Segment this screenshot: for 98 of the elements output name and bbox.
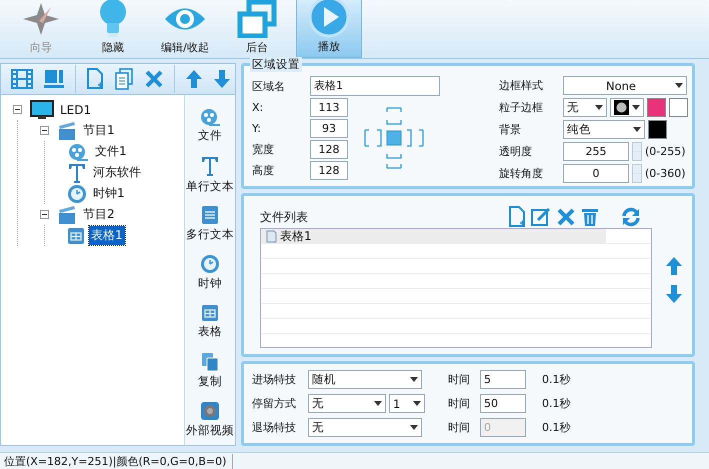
- clapperboard-icon: [57, 204, 77, 224]
- clock-icon: [200, 254, 220, 274]
- tree-item[interactable]: LED1: [58, 102, 94, 118]
- up-arrow-icon[interactable]: [665, 256, 683, 276]
- collapse-toggle[interactable]: [40, 126, 49, 135]
- camera-lens-icon: [200, 400, 220, 420]
- status-text: 位置(X=182,Y=251)|颜色(R=0,G=0,B=0): [4, 454, 234, 468]
- down-arrow-icon[interactable]: [213, 69, 231, 89]
- film-reel-icon: [67, 142, 89, 160]
- field-label: 退场特技: [252, 420, 297, 435]
- clock-icon: [67, 184, 87, 204]
- tree-item[interactable]: 时钟1: [91, 184, 127, 203]
- new-file-icon[interactable]: [508, 206, 526, 228]
- tree-item[interactable]: 表格1: [89, 226, 125, 245]
- play-icon: [308, 0, 350, 38]
- refresh-icon[interactable]: [621, 207, 641, 227]
- edit-icon[interactable]: [531, 207, 551, 227]
- glow-icon: [614, 100, 629, 115]
- up-arrow-icon[interactable]: [185, 69, 203, 89]
- palette-item[interactable]: 单行文本: [186, 152, 234, 196]
- delete-icon[interactable]: [556, 207, 576, 227]
- field-label: 进场特技: [252, 372, 297, 387]
- table-icon: [201, 304, 219, 322]
- ribbon-tab[interactable]: 播放: [296, 0, 362, 58]
- range-text: (0-360): [645, 167, 686, 180]
- field-label: 停留方式: [252, 396, 297, 411]
- palette-item[interactable]: 多行文本: [186, 201, 234, 245]
- color-swatch[interactable]: [647, 98, 666, 117]
- palette-item[interactable]: 表格: [198, 299, 222, 343]
- field-label: 时间: [448, 372, 471, 387]
- letter-icon: [200, 154, 220, 176]
- dropdown[interactable]: 随机: [308, 370, 422, 389]
- dropdown[interactable]: 1: [389, 394, 425, 413]
- dropdown[interactable]: 无: [308, 394, 386, 413]
- layout-icon[interactable]: [43, 69, 65, 89]
- file-list-item[interactable]: 表格1: [261, 229, 606, 244]
- tree-item[interactable]: 文件1: [93, 142, 129, 161]
- document-icon: [201, 204, 219, 224]
- new-file-icon[interactable]: [86, 68, 104, 90]
- field-label: 旋转角度: [499, 166, 544, 181]
- spin-field[interactable]: 0: [563, 164, 629, 183]
- color-swatch[interactable]: [669, 98, 688, 117]
- monitor-icon: [30, 100, 54, 120]
- unit-text: 0.1秒: [542, 372, 572, 387]
- field-label: 高度: [252, 163, 275, 178]
- palette-item[interactable]: 时钟: [198, 250, 222, 294]
- tree-item[interactable]: 节目1: [81, 121, 117, 140]
- ribbon-tab[interactable]: 后台: [224, 0, 290, 58]
- field-label: 宽度: [252, 142, 275, 157]
- table-icon: [67, 226, 85, 244]
- field-label: 时间: [448, 420, 471, 435]
- collapse-toggle[interactable]: [13, 105, 22, 114]
- time-field[interactable]: 50: [480, 394, 526, 413]
- ribbon-tab[interactable]: 隐藏: [80, 0, 146, 58]
- palette-item[interactable]: 文件: [198, 103, 222, 147]
- field-label: 背景: [499, 122, 522, 137]
- collapse-toggle[interactable]: [40, 210, 49, 219]
- dropdown[interactable]: 无: [563, 98, 607, 117]
- unit-text: 0.1秒: [542, 420, 572, 435]
- time-field[interactable]: 5: [480, 370, 526, 389]
- trash-icon[interactable]: [581, 207, 599, 227]
- list-title: 文件列表: [260, 208, 309, 226]
- down-arrow-icon[interactable]: [665, 284, 683, 304]
- input-field[interactable]: 128: [310, 161, 348, 180]
- group-title: 区域设置: [250, 57, 302, 72]
- dropdown[interactable]: None: [563, 76, 687, 95]
- unit-text: 0.1秒: [542, 396, 572, 411]
- input-field[interactable]: 113: [310, 98, 348, 117]
- input-field[interactable]: 128: [310, 140, 348, 159]
- file-icon: [266, 230, 277, 243]
- input-field[interactable]: 93: [310, 119, 348, 138]
- field-label: 边框样式: [499, 78, 544, 93]
- spin-field[interactable]: 255: [563, 142, 629, 161]
- field-label: 透明度: [499, 144, 533, 159]
- input-field[interactable]: 表格1: [310, 76, 440, 96]
- dropdown[interactable]: 纯色: [563, 120, 645, 139]
- copy-icon[interactable]: [114, 68, 134, 90]
- ribbon-tab[interactable]: 编辑/收起: [152, 0, 218, 58]
- field-label: 时间: [448, 396, 471, 411]
- letter-icon: [67, 162, 87, 184]
- film-reel-icon: [199, 108, 221, 126]
- windows-icon: [237, 0, 277, 38]
- clapperboard-icon: [57, 120, 77, 140]
- field-label: Y:: [252, 122, 262, 135]
- delete-icon[interactable]: [144, 69, 164, 89]
- compass-icon: [21, 1, 61, 37]
- field-label: 粒子边框: [499, 100, 544, 115]
- palette-item[interactable]: 复制: [198, 348, 222, 392]
- film-strip-icon[interactable]: [11, 69, 33, 89]
- color-swatch[interactable]: [648, 120, 667, 139]
- tree-item[interactable]: 节目2: [81, 205, 117, 224]
- particle-dropdown[interactable]: [610, 98, 644, 117]
- palette-item[interactable]: 外部视频: [186, 397, 234, 441]
- copy-icon: [201, 352, 219, 372]
- tree-item[interactable]: 河东软件: [91, 163, 143, 182]
- field-label: 区域名: [252, 78, 286, 94]
- field-label: X:: [252, 101, 264, 114]
- range-text: (0-255): [645, 145, 686, 158]
